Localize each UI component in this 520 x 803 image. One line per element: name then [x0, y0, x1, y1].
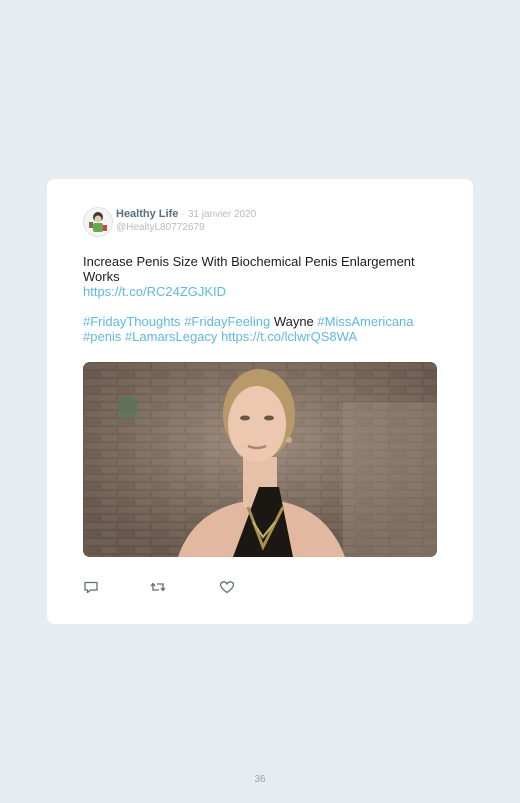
- media-image: [83, 362, 437, 557]
- hashtag-friday-feeling[interactable]: #FridayFeeling: [184, 314, 270, 329]
- tweet-media[interactable]: [83, 362, 437, 557]
- tweet-text: Increase Penis Size With Biochemical Pen…: [83, 254, 437, 344]
- hashtag-miss-americana[interactable]: #MissAmericana: [317, 314, 413, 329]
- tweet-media-link[interactable]: https://t.co/lclwrQS8WA: [221, 329, 357, 344]
- tweet-header: Healthy Life · 31 janvier 2020: [116, 208, 256, 221]
- page-number: 36: [254, 774, 266, 785]
- plain-word: Wayne: [273, 314, 314, 329]
- hashtag-penis[interactable]: #penis: [83, 329, 121, 344]
- tweet-text-line-1: Increase Penis Size With Biochemical Pen…: [83, 254, 415, 269]
- tweet-link[interactable]: https://t.co/RC24ZGJKID: [83, 284, 226, 299]
- tweet-date[interactable]: 31 janvier 2020: [188, 209, 256, 220]
- avatar[interactable]: [83, 207, 113, 237]
- retweet-icon[interactable]: [150, 579, 166, 595]
- heart-icon[interactable]: [219, 579, 235, 595]
- separator: ·: [181, 209, 185, 220]
- hashtag-friday-thoughts[interactable]: #FridayThoughts: [83, 314, 181, 329]
- hashtag-lamars-legacy[interactable]: #LamarsLegacy: [125, 329, 218, 344]
- reply-icon[interactable]: [83, 579, 99, 595]
- author-handle[interactable]: @HealtyL80772679: [116, 222, 205, 233]
- avatar-illustration: [84, 208, 112, 236]
- tweet-card: Healthy Life · 31 janvier 2020 @HealtyL8…: [47, 179, 473, 624]
- author-name[interactable]: Healthy Life: [116, 208, 178, 220]
- tweet-text-line-2: Works: [83, 269, 120, 284]
